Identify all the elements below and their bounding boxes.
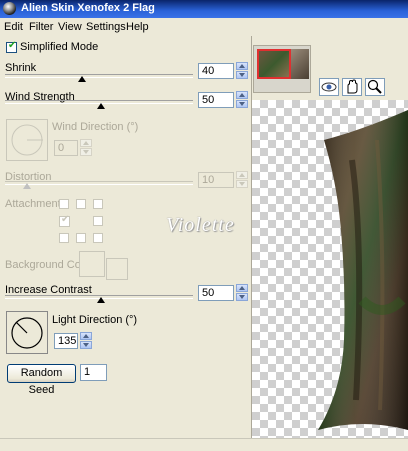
eye-icon[interactable] (319, 78, 339, 96)
background-color-swatch (79, 251, 105, 277)
attachment-bottom-left (59, 233, 69, 243)
menu-bar: Edit Filter View Settings Help (0, 19, 408, 36)
light-direction-label: Light Direction (°) (52, 314, 138, 326)
attachment-middle-left: ✔ (59, 214, 70, 227)
increase-contrast-slider-thumb[interactable] (97, 297, 105, 303)
window-title: Alien Skin Xenofex 2 Flag (21, 2, 155, 14)
wind-direction-dial-graphic (11, 124, 43, 156)
increase-contrast-spinner[interactable] (236, 284, 248, 302)
wind-strength-spinner[interactable] (236, 91, 248, 109)
wind-strength-slider-thumb[interactable] (97, 103, 105, 109)
attachment-top-left (59, 199, 69, 209)
background-color-swatch-back (106, 258, 128, 280)
menu-edit[interactable]: Edit (4, 21, 23, 33)
shrink-label: Shrink (5, 62, 37, 74)
wind-strength-input[interactable]: 50 (198, 92, 234, 108)
distortion-input: 10 (198, 172, 234, 188)
simplified-mode-label: Simplified Mode (20, 41, 99, 53)
shrink-spinner[interactable] (236, 62, 248, 80)
navigator-thumbnail[interactable] (253, 45, 311, 93)
shrink-input[interactable]: 40 (198, 63, 234, 79)
light-direction-dial[interactable] (6, 311, 48, 354)
light-direction-dial-graphic (11, 317, 43, 349)
menu-view[interactable]: View (58, 21, 82, 33)
status-strip (0, 438, 408, 451)
shrink-slider-track[interactable] (5, 74, 193, 78)
wind-direction-input: 0 (54, 140, 78, 156)
attachment-middle-right (93, 216, 103, 226)
menu-help[interactable]: Help (126, 21, 149, 33)
random-seed-button[interactable]: Random Seed (7, 364, 76, 396)
violette-watermark: Violette (166, 214, 235, 236)
wind-direction-dial (6, 119, 48, 161)
simplified-mode-checkbox[interactable]: ✔ (6, 40, 17, 53)
navigator-viewport-box[interactable] (257, 49, 291, 79)
attachment-bottom-right (93, 233, 103, 243)
distortion-spinner (236, 171, 248, 189)
attachments-label: Attachments (5, 198, 67, 210)
menu-filter[interactable]: Filter (29, 21, 53, 33)
distortion-slider-thumb (23, 183, 31, 189)
shrink-slider-thumb[interactable] (78, 76, 86, 82)
random-seed-input[interactable]: 1 (80, 364, 107, 381)
hand-icon[interactable] (342, 78, 362, 96)
attachment-bottom-middle (76, 233, 86, 243)
app-icon (3, 2, 16, 15)
increase-contrast-input[interactable]: 50 (198, 285, 234, 301)
light-direction-input[interactable]: 135 (54, 333, 78, 349)
wind-direction-label: Wind Direction (°) (52, 121, 139, 133)
distortion-slider-track (5, 181, 193, 185)
flag-preview-image (318, 110, 408, 430)
menu-settings[interactable]: Settings (86, 21, 126, 33)
wind-direction-spinner (80, 139, 92, 157)
light-direction-spinner[interactable] (80, 332, 92, 350)
preview-canvas[interactable] (252, 100, 408, 438)
zoom-icon[interactable] (365, 78, 385, 96)
attachment-top-right (93, 199, 103, 209)
navigator-image-rest (291, 49, 309, 79)
title-bar: Alien Skin Xenofex 2 Flag (0, 0, 408, 18)
attachment-top-middle (76, 199, 86, 209)
